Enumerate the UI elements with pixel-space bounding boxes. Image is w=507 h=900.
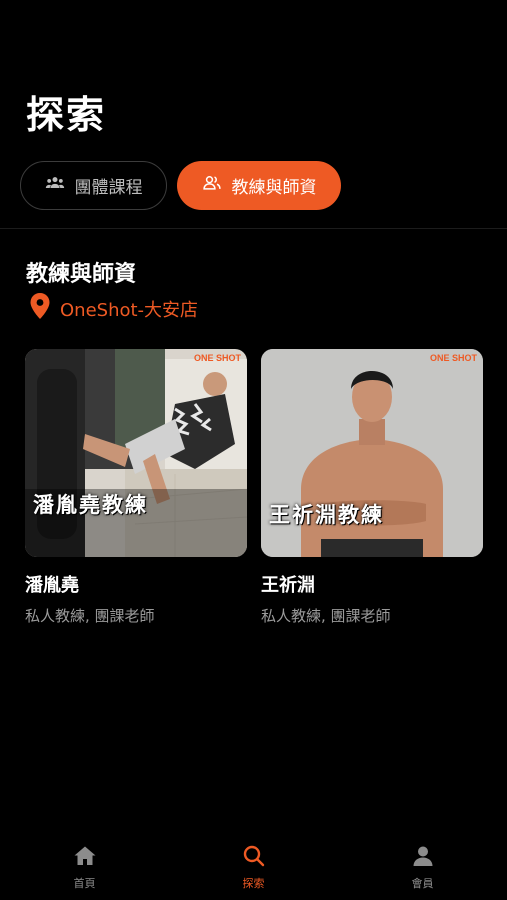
location-selector[interactable]: OneShot-大安店 (28, 292, 198, 325)
tab-label: 團體課程 (74, 178, 143, 198)
tab-coaches[interactable]: 教練與師資 (177, 161, 341, 210)
nav-explore[interactable]: 探索 (214, 844, 294, 891)
brand-logo: ONE SHOT (429, 353, 477, 363)
coach-card[interactable]: ONE SHOT 潘胤堯教練 潘胤堯 私人教練, 團課老師 (25, 349, 247, 626)
photo-caption: 王祈淵教練 (269, 502, 384, 527)
photo-caption: 潘胤堯教練 (33, 492, 148, 517)
nav-label: 會員 (411, 877, 434, 890)
tab-label: 教練與師資 (231, 178, 317, 198)
home-icon (73, 844, 97, 871)
coach-roles: 私人教練, 團課老師 (261, 607, 391, 625)
nav-label: 首頁 (73, 877, 96, 890)
section-title: 教練與師資 (26, 262, 137, 287)
location-pin-icon (28, 292, 52, 325)
nav-home[interactable]: 首頁 (45, 844, 125, 891)
coach-name: 潘胤堯 (25, 575, 79, 596)
category-tabs: 團體課程 教練與師資 (20, 161, 341, 210)
search-icon (242, 844, 266, 871)
page-title: 探索 (26, 93, 107, 137)
bottom-nav: 首頁 探索 會員 (0, 832, 507, 900)
coach-photo: ONE SHOT 潘胤堯教練 (25, 349, 247, 557)
group-icon (45, 173, 65, 198)
divider (0, 228, 507, 229)
coach-card[interactable]: ONE SHOT 王祈淵教練 王祈淵 私人教練, 團課老師 (261, 349, 483, 626)
nav-member[interactable]: 會員 (383, 844, 463, 891)
users-icon (202, 173, 222, 198)
coach-photo: ONE SHOT 王祈淵教練 (261, 349, 483, 557)
tab-group-classes[interactable]: 團體課程 (20, 161, 167, 210)
brand-logo: ONE SHOT (193, 353, 241, 363)
coach-roles: 私人教練, 團課老師 (25, 607, 155, 625)
location-label: OneShot-大安店 (60, 299, 199, 321)
nav-label: 探索 (242, 877, 265, 890)
coach-name: 王祈淵 (261, 575, 315, 596)
person-icon (411, 844, 435, 871)
